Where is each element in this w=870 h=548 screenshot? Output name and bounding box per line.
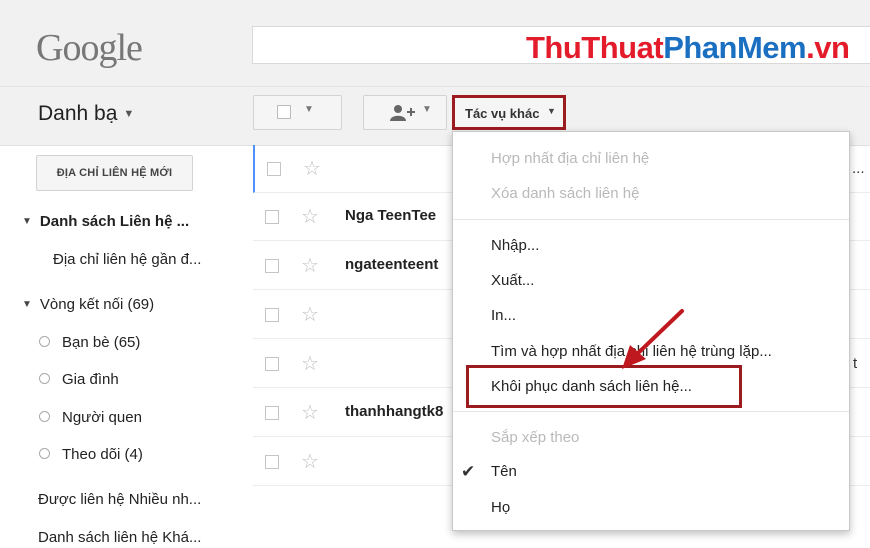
star-icon[interactable]: ☆ xyxy=(301,400,319,425)
sidebar-item-recent[interactable]: Địa chỉ liên hệ gần đ... xyxy=(53,251,201,268)
star-icon[interactable]: ☆ xyxy=(301,449,319,474)
menu-item-sort-last-name[interactable]: Họ xyxy=(491,499,510,516)
row-checkbox[interactable] xyxy=(265,210,279,224)
star-icon[interactable]: ☆ xyxy=(301,302,319,327)
row-checkbox[interactable] xyxy=(265,308,279,322)
row-checkbox[interactable] xyxy=(265,259,279,273)
sidebar-item-following[interactable]: Theo dõi (4) xyxy=(39,446,143,463)
circle-icon xyxy=(39,448,50,459)
sidebar-item-label: Vòng kết nối (69) xyxy=(39,296,155,313)
contact-name: Nga TeenTee xyxy=(345,207,437,224)
sidebar-item-contact-list[interactable]: ▼ Danh sách Liên hệ ... xyxy=(22,213,189,230)
arrow-annotation-icon xyxy=(622,309,684,369)
row-overflow-text: ... xyxy=(852,160,865,177)
select-all-button[interactable]: ▼ xyxy=(253,95,342,130)
menu-item-export[interactable]: Xuất... xyxy=(491,272,534,289)
app-switcher[interactable]: Danh bạ ▼ xyxy=(38,102,134,126)
select-all-checkbox[interactable] xyxy=(277,105,291,119)
sidebar-item-friends[interactable]: Bạn bè (65) xyxy=(39,334,140,351)
contact-name: thanhhangtk8 xyxy=(345,403,444,420)
watermark-part-3: .vn xyxy=(806,30,850,65)
star-icon[interactable]: ☆ xyxy=(303,156,321,181)
menu-divider xyxy=(453,411,849,412)
google-logo[interactable]: Google xyxy=(36,26,143,70)
menu-item-merge-contacts: Hợp nhất địa chỉ liên hệ xyxy=(491,150,650,167)
sidebar-item-other-contacts[interactable]: Danh sách liên hệ Khá... xyxy=(38,529,201,546)
star-icon[interactable]: ☆ xyxy=(301,253,319,278)
menu-divider xyxy=(453,219,849,220)
app-title: Danh bạ xyxy=(38,102,118,125)
chevron-down-icon: ▼ xyxy=(422,104,432,115)
add-to-circles-button[interactable]: ▼ xyxy=(363,95,447,130)
more-actions-label: Tác vụ khác xyxy=(465,106,540,121)
sidebar-item-circles[interactable]: ▼ Vòng kết nối (69) xyxy=(22,296,154,313)
chevron-down-icon: ▼ xyxy=(123,108,135,121)
sidebar-item-family[interactable]: Gia đình xyxy=(39,371,119,388)
circle-icon xyxy=(39,336,50,347)
circle-icon xyxy=(39,373,50,384)
triangle-down-icon: ▼ xyxy=(22,299,32,310)
row-checkbox[interactable] xyxy=(265,455,279,469)
check-icon: ✔ xyxy=(461,462,476,481)
row-checkbox[interactable] xyxy=(265,357,279,371)
new-contact-button[interactable]: ĐỊA CHỈ LIÊN HỆ MỚI xyxy=(36,155,193,191)
chevron-down-icon: ▼ xyxy=(304,104,314,115)
row-checkbox[interactable] xyxy=(265,406,279,420)
circle-icon xyxy=(39,411,50,422)
sidebar-item-label: Người quen xyxy=(62,409,142,426)
star-icon[interactable]: ☆ xyxy=(301,204,319,229)
row-overflow-text: t xyxy=(853,355,858,372)
menu-item-sort-first-name[interactable]: Tên xyxy=(491,463,517,480)
watermark-logo: ThuThuatPhanMem.vn xyxy=(526,30,850,66)
star-icon[interactable]: ☆ xyxy=(301,351,319,376)
menu-item-import[interactable]: Nhập... xyxy=(491,237,539,254)
sidebar-item-most-contacted[interactable]: Được liên hệ Nhiều nh... xyxy=(38,491,201,508)
watermark-part-2: PhanMem xyxy=(663,30,807,65)
menu-item-delete-contacts: Xóa danh sách liên hệ xyxy=(491,185,640,202)
sidebar-item-label: Danh sách Liên hệ ... xyxy=(39,213,190,230)
sidebar-item-label: Gia đình xyxy=(62,371,119,388)
sidebar-item-label: Bạn bè (65) xyxy=(62,334,141,351)
sidebar-item-acquaintances[interactable]: Người quen xyxy=(39,409,142,426)
add-contact-icon xyxy=(390,104,416,127)
highlight-box xyxy=(466,365,742,408)
sidebar-item-label: Theo dõi (4) xyxy=(62,446,143,463)
row-checkbox[interactable] xyxy=(267,162,281,176)
menu-item-print[interactable]: In... xyxy=(491,307,516,324)
menu-heading-sort-by: Sắp xếp theo xyxy=(491,429,580,446)
watermark-part-1: ThuThuat xyxy=(526,30,664,65)
chevron-down-icon: ▼ xyxy=(547,106,556,116)
contact-name: ngateenteent xyxy=(345,256,439,273)
more-actions-button[interactable]: Tác vụ khác ▼ xyxy=(452,95,566,130)
triangle-down-icon: ▼ xyxy=(22,216,32,227)
